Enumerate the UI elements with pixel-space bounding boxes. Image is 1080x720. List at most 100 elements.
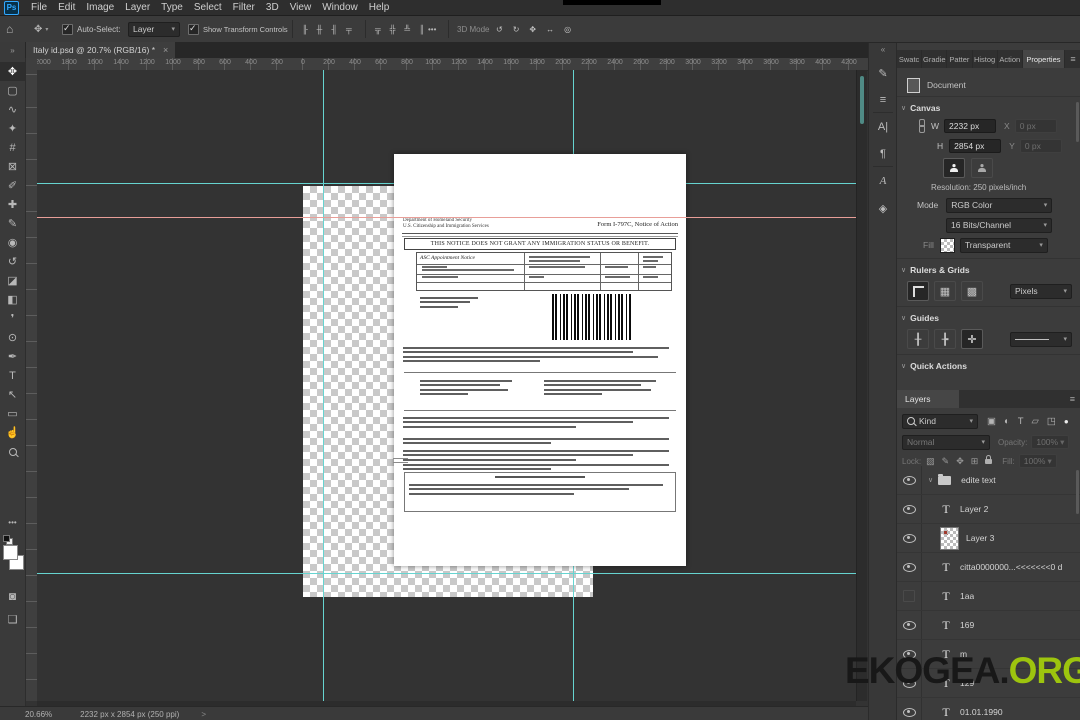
adjustment-filter-icon[interactable]: ◐ (1004, 416, 1010, 427)
auto-select-checkbox[interactable]: Auto-Select: (62, 16, 121, 42)
edit-toolbar-icon[interactable]: ••• (0, 513, 25, 532)
frame-tool[interactable]: ⊠ (0, 157, 25, 176)
tab-histog[interactable]: Histog (973, 50, 998, 68)
layer-row[interactable]: T 1aa (897, 582, 1080, 611)
hand-tool[interactable]: ☝ (0, 423, 25, 442)
photoshop-logo[interactable]: Ps (4, 0, 19, 15)
width-field[interactable]: 2232 px (944, 119, 997, 133)
paragraph-panel-icon[interactable]: ¶ (869, 143, 897, 165)
marquee-tool[interactable]: ▢ (7, 84, 17, 97)
guides-header[interactable]: ∨ Guides (897, 310, 1080, 326)
dist-middle-icon[interactable]: ╬ (390, 25, 396, 34)
zoom-tool[interactable] (0, 442, 25, 461)
scrollbar-thumb[interactable] (860, 76, 864, 124)
layer-row[interactable]: T 01.01.1990 (897, 698, 1080, 720)
filter-kind-select[interactable]: Kind ▾ (902, 413, 978, 429)
lock-transparent-icon[interactable]: ▨ (926, 456, 935, 467)
paragraph-panel-icon[interactable]: ¶ (880, 148, 886, 160)
blend-mode-select[interactable]: Normal ▾ (902, 434, 990, 450)
collapse-tools-icon[interactable]: » (0, 42, 25, 58)
picture-filter-icon[interactable]: ▣ (987, 416, 996, 427)
canvas-section-header[interactable]: ∨ Canvas (897, 100, 1080, 116)
quick-select-tool[interactable]: ✦ (0, 119, 25, 138)
tab-properties[interactable]: Properties (1022, 50, 1065, 68)
chevron-down-icon[interactable]: ∨ (928, 476, 933, 484)
shape-filter-icon[interactable]: ▱ (1032, 416, 1039, 427)
layers-scrollbar[interactable] (1076, 470, 1079, 514)
close-tab-icon[interactable]: × (163, 45, 168, 55)
fill-swatch-icon[interactable] (939, 237, 955, 253)
lock-paint-icon[interactable]: ✎ (942, 456, 950, 467)
menu-window[interactable]: Window (322, 2, 358, 13)
pen-tool[interactable]: ✒ (8, 350, 17, 363)
expand-panels-icon[interactable]: « (869, 42, 897, 56)
toggle-guides-icon[interactable]: ╂ (907, 329, 929, 349)
layer-name[interactable]: 1aa (960, 591, 974, 601)
eraser-tool[interactable]: ◪ (0, 271, 25, 290)
visibility-eye-icon[interactable] (897, 466, 922, 494)
vertical-guide[interactable] (323, 70, 324, 701)
align-left-icon[interactable]: ╟ (302, 25, 308, 34)
eyedropper-tool[interactable]: ✐ (0, 176, 25, 195)
blur-tool[interactable]: ❜ (0, 309, 25, 328)
guide-style-select[interactable]: ▾ (1010, 331, 1072, 347)
eraser-tool[interactable]: ◪ (7, 274, 17, 287)
toggle-pixel-grid-icon[interactable]: ▩ (961, 281, 983, 301)
crop-tool[interactable]: # (9, 142, 15, 154)
menu-type[interactable]: Type (161, 2, 183, 13)
orbit-3d-icon[interactable]: ↺ (496, 25, 503, 34)
lasso-tool[interactable]: ∿ (8, 103, 17, 116)
height-field[interactable]: 2854 px (949, 139, 1002, 153)
character-panel-icon[interactable]: A| (869, 116, 897, 138)
guide-layout-icon[interactable]: ╊ (934, 329, 956, 349)
healing-tool[interactable]: ✚ (8, 198, 17, 211)
zoom-3d-icon[interactable]: ◎ (564, 25, 571, 34)
align-center-icon[interactable]: ╫ (317, 25, 323, 34)
slide-3d-icon[interactable]: ↔ (546, 25, 554, 34)
color-mode-select[interactable]: RGB Color ▾ (946, 197, 1053, 213)
visibility-eye-icon[interactable] (897, 495, 922, 523)
lock-all-icon[interactable] (985, 454, 993, 464)
layer-name[interactable]: 01.01.1990 (960, 707, 1003, 717)
character-panel-icon[interactable]: A| (878, 121, 888, 133)
clear-guides-icon[interactable]: ✛ (961, 329, 983, 349)
tool-presets-icon[interactable]: ≡ (869, 89, 897, 111)
dist-bottom-icon[interactable]: ╩ (404, 25, 410, 34)
blur-tool[interactable]: ❜ (11, 312, 15, 325)
zoom-level[interactable]: 20.66% (25, 710, 52, 719)
menu-select[interactable]: Select (194, 2, 222, 13)
brush-tool[interactable]: ✎ (8, 217, 17, 230)
align-right-icon[interactable]: ╢ (331, 25, 337, 34)
dist-vert-icon[interactable]: ║ (419, 25, 425, 34)
pen-tool[interactable]: ✒ (0, 347, 25, 366)
tab-gradie[interactable]: Gradie (922, 50, 948, 68)
horizontal-guide[interactable] (37, 573, 856, 574)
eyedropper-tool[interactable]: ✐ (8, 179, 17, 192)
bit-depth-select[interactable]: 16 Bits/Channel ▾ (946, 217, 1052, 233)
brush-settings-icon[interactable]: ✎ (869, 62, 897, 84)
align-top-icon[interactable]: ╤ (346, 25, 352, 34)
3d-panel-icon[interactable]: ◈ (869, 197, 897, 219)
brush-tool[interactable]: ✎ (0, 214, 25, 233)
default-colors-icon[interactable] (3, 535, 13, 545)
dist-top-icon[interactable]: ╦ (375, 25, 381, 34)
glyphs-panel-icon[interactable]: A (869, 170, 897, 192)
smart-object-filter-icon[interactable]: ◳ (1047, 416, 1056, 427)
layer-row[interactable]: T 169 (897, 611, 1080, 640)
horizontal-guide-salmon[interactable] (37, 217, 856, 218)
layer-name[interactable]: 169 (960, 620, 974, 630)
glyphs-panel-icon[interactable]: A (880, 175, 887, 187)
menu-3d[interactable]: 3D (266, 2, 279, 13)
tab-patter[interactable]: Patter (947, 50, 973, 68)
path-select-tool[interactable]: ↖ (0, 385, 25, 404)
document-tab[interactable]: Italy id.psd @ 20.7% (RGB/16) * × (26, 42, 176, 58)
dodge-tool[interactable]: ⊙ (8, 331, 17, 344)
toggle-grid-icon[interactable]: ▦ (934, 281, 956, 301)
vertical-scrollbar[interactable] (856, 70, 867, 701)
frame-tool[interactable]: ⊠ (8, 160, 17, 173)
brush-settings-icon[interactable]: ✎ (878, 67, 887, 80)
menu-help[interactable]: Help (369, 2, 390, 13)
layer-row[interactable]: ∨ edite text (897, 466, 1080, 495)
type-tool[interactable]: T (0, 366, 25, 385)
layer-name[interactable]: Layer 3 (966, 533, 994, 543)
